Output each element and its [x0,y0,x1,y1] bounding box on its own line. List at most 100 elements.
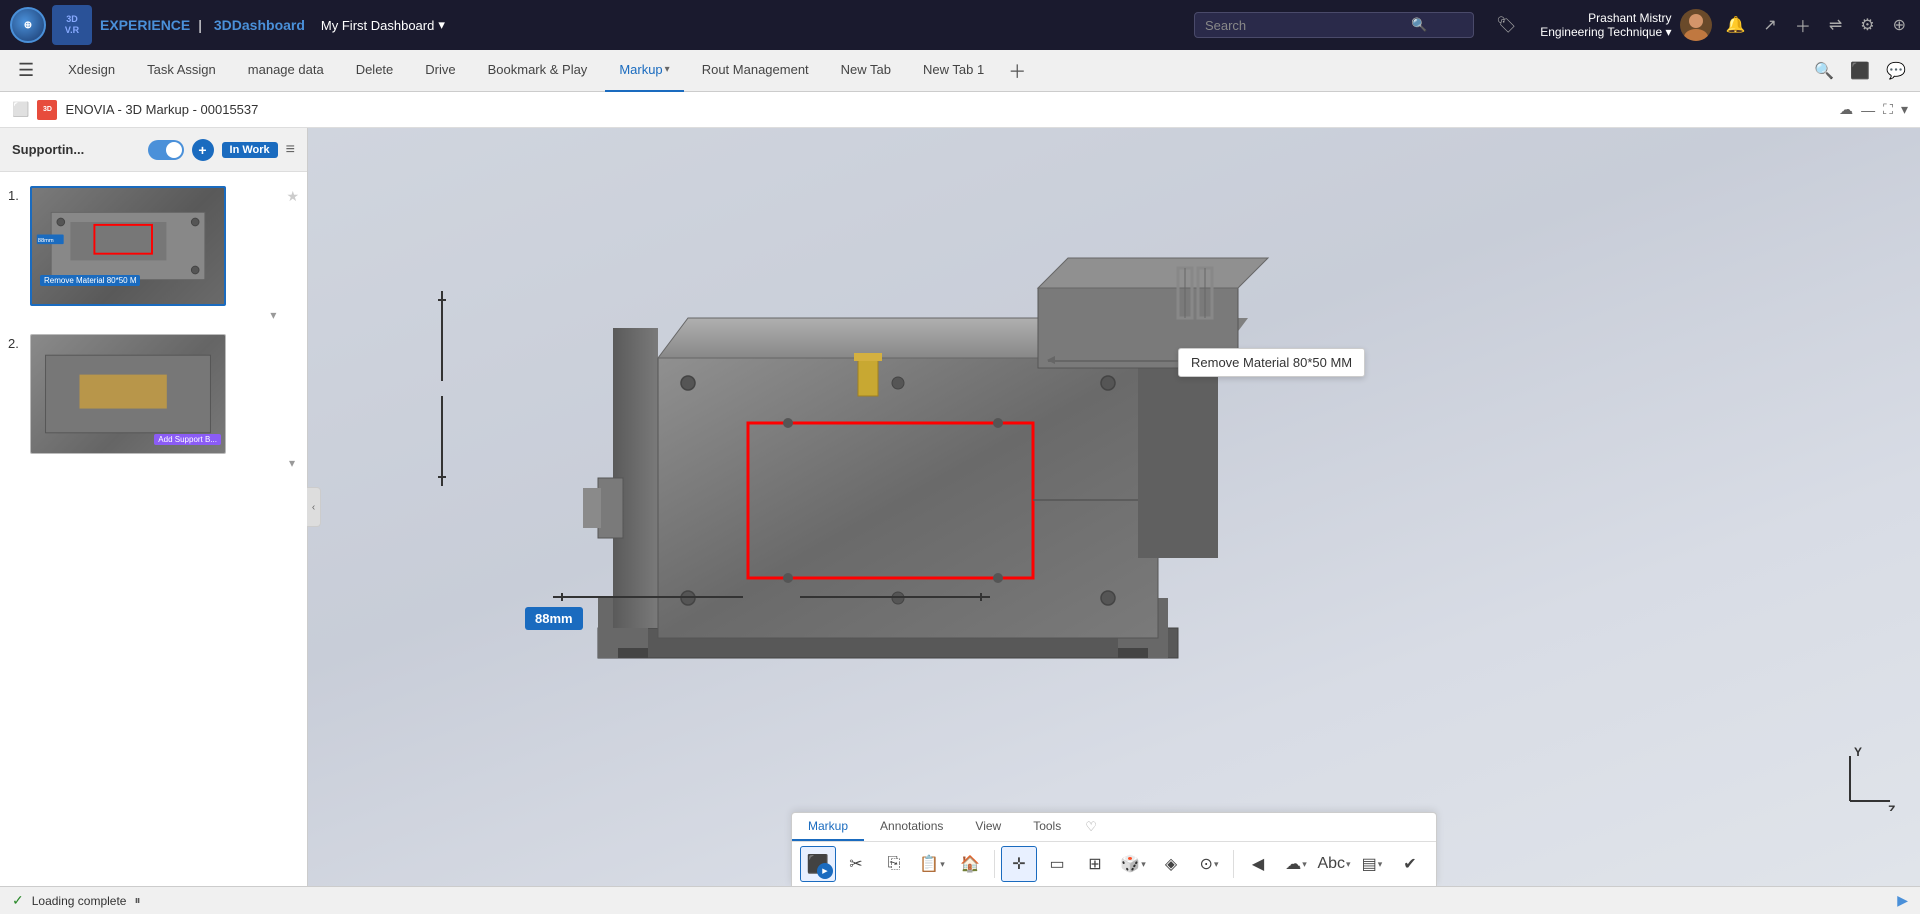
top-icons: 🏷 Prashant Mistry Engineering Technique … [1492,9,1910,41]
cut-button[interactable]: ✂ [838,846,874,882]
nav-markup[interactable]: Markup ▾ [605,50,683,92]
markup-toolbar: Markup Annotations View Tools ♡ ⬛ ▶ ✂ ⎘ … [791,812,1437,886]
back-icon: ◀ [1252,854,1264,874]
favorite-icon[interactable]: ♡ [1077,813,1105,841]
toolbar-buttons: ⬛ ▶ ✂ ⎘ 📋 ▾ 🏠 ✛ ▭ ⊞ 🎲 ▾ [792,842,1436,886]
minimize-icon[interactable]: — [1861,102,1875,118]
add-tab-button[interactable]: ＋ [1002,58,1032,84]
help-icon[interactable]: ⊕ [1889,11,1910,39]
nav-manage-data[interactable]: manage data [234,50,338,92]
3d-view-button[interactable]: 🎲 ▾ [1115,846,1151,882]
sidebar-toggle-icon[interactable]: ⬜ [12,101,29,118]
remove-material-annotation: Remove Material 80*50 MM [1178,348,1365,377]
home-icon: 🏠 [960,854,980,874]
view-dropdown-icon: ▾ [1214,859,1219,870]
maximize-icon[interactable]: ⛶ [1883,101,1893,118]
expand-icon[interactable]: ▾ [270,308,276,322]
user-area[interactable]: Prashant Mistry Engineering Technique ▾ [1540,9,1711,41]
nav-delete[interactable]: Delete [342,50,408,92]
cloud-icon[interactable]: ☁ [1839,101,1853,118]
zoom-icon[interactable]: 🔍 [1810,57,1838,85]
markup-list-item[interactable]: 2. Add Support B... ▾ [0,328,307,476]
validate-button[interactable]: ✔ [1392,846,1428,882]
svg-text:88mm: 88mm [38,238,54,244]
markup-item-number: 1. [8,186,24,203]
tab-view[interactable]: View [959,813,1017,841]
status-bar-right: ▶ [1897,892,1908,909]
tools-icon[interactable]: ⚙ [1856,11,1878,39]
nav-new-tab[interactable]: New Tab [827,50,905,92]
add-icon[interactable]: ＋ [1791,9,1815,41]
nav-rout-management[interactable]: Rout Management [688,50,823,92]
thumb-part-image: 88mm Remove Material 80*50 M [32,188,224,304]
grid-icon: ⊞ [1088,854,1101,874]
render-button[interactable]: ◈ [1153,846,1189,882]
logo-area: ⊕ 3D V.R [10,5,92,45]
star-icon[interactable]: ★ [286,186,299,205]
tag-icon[interactable]: 🏷 [1492,11,1520,39]
compass-logo[interactable]: ⊕ [10,7,46,43]
expand-icon[interactable]: ▾ [289,456,295,470]
back-button[interactable]: ◀ [1240,846,1276,882]
3d-dropdown-icon: ▾ [1141,859,1146,870]
copy-button[interactable]: ⎘ [876,846,912,882]
measure-dropdown-icon: ▾ [1378,859,1383,870]
navigation-bar: ☰ Xdesign Task Assign manage data Delete… [0,50,1920,92]
3d-part-model [438,208,1358,768]
paste-dropdown-icon: ▾ [940,859,945,870]
sidebar-collapse-arrow[interactable]: ‹ [307,487,321,527]
dimension-88mm: 88mm [525,607,583,630]
connect-icon[interactable]: ⇌ [1825,11,1846,39]
capture-button[interactable]: ⬛ ▶ [800,846,836,882]
nav-xdesign[interactable]: Xdesign [54,50,129,92]
markup-dropdown-icon: ▾ [665,64,670,75]
cut-icon: ✂ [849,854,862,874]
sidebar-add-button[interactable]: + [192,139,214,161]
crosshair-icon: ✛ [1012,854,1025,874]
status-text: Loading complete [32,894,127,908]
panel-expand-icon[interactable]: ▾ [1901,101,1908,118]
toggle-switch[interactable] [148,140,184,160]
grid-button[interactable]: ⊞ [1077,846,1113,882]
nav-right-icons: 🔍 ⬛ 💬 [1810,57,1910,85]
screen-icon[interactable]: ⬛ [1846,57,1874,85]
nav-task-assign[interactable]: Task Assign [133,50,230,92]
cloud-button[interactable]: ☁ ▾ [1278,846,1314,882]
home-button[interactable]: 🏠 [952,846,988,882]
sidebar-menu-icon[interactable]: ≡ [286,141,295,159]
markup-thumbnail[interactable]: 88mm Remove Material 80*50 M [30,186,226,306]
search-input[interactable] [1205,18,1405,33]
render-icon: ◈ [1165,854,1177,874]
rectangle-button[interactable]: ▭ [1039,846,1075,882]
tab-markup[interactable]: Markup [792,813,864,841]
notifications-icon[interactable]: ▶ [1897,892,1908,909]
measure-icon: ▤ [1362,854,1377,874]
nav-new-tab-1[interactable]: New Tab 1 [909,50,998,92]
chat-icon[interactable]: 💬 [1882,57,1910,85]
markup-thumbnail[interactable]: Add Support B... [30,334,226,454]
crosshair-button[interactable]: ✛ [1001,846,1037,882]
search-bar[interactable]: 🔍 [1194,12,1474,38]
3d-view-icon: 🎲 [1120,854,1140,874]
status-check-icon: ✓ [12,892,24,909]
view-options-button[interactable]: ⊙ ▾ [1191,846,1227,882]
notification-icon[interactable]: 🔔 [1722,11,1750,39]
dashboard-link[interactable]: 3DDashboard [214,17,305,33]
paste-button[interactable]: 📋 ▾ [914,846,950,882]
dashboard-dropdown[interactable]: My First Dashboard ▾ [321,17,445,33]
enovia-toolbar-icons: ☁ — ⛶ ▾ [1839,101,1908,118]
text-button[interactable]: Abc ▾ [1316,846,1352,882]
nav-drive[interactable]: Drive [411,50,469,92]
sidebar-title-bar: Supportin... + In Work ≡ [0,128,307,172]
share-icon[interactable]: ↗ [1759,11,1780,39]
pause-button[interactable]: ⏸ [134,893,140,908]
markup-list-item[interactable]: 1. [0,180,307,328]
copy-icon: ⎘ [888,855,901,873]
3d-viewport[interactable]: 88mm 156mm Remove Material 80*50 MM Y Z [308,128,1920,886]
tab-tools[interactable]: Tools [1017,813,1077,841]
measure-button[interactable]: ▤ ▾ [1354,846,1390,882]
hamburger-menu[interactable]: ☰ [10,56,42,85]
tab-annotations[interactable]: Annotations [864,813,959,841]
brand-separator: | [198,17,202,33]
nav-bookmark-play[interactable]: Bookmark & Play [474,50,602,92]
